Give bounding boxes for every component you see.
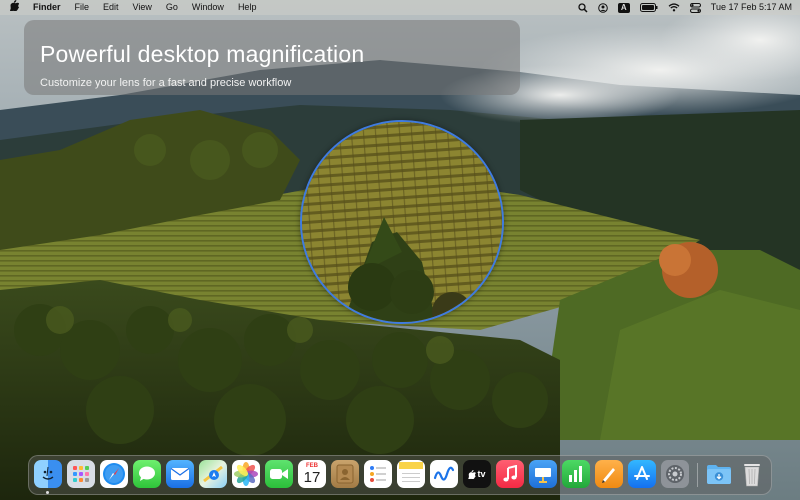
reminders-icon[interactable] [364,460,392,488]
apple-icon[interactable] [0,0,28,16]
downloads-folder-icon[interactable] [705,460,733,488]
safari-icon[interactable] [100,460,128,488]
promo-banner: Powerful desktop magnification Customize… [24,20,520,95]
menu-bar: Finder File Edit View Go Window Help A T… [0,0,800,15]
contacts-icon[interactable] [331,460,359,488]
facetime-icon[interactable] [265,460,293,488]
running-indicator [46,491,49,494]
trash-icon[interactable] [738,460,766,488]
calendar-icon[interactable]: FEB 17 [298,460,326,488]
music-icon[interactable] [496,460,524,488]
wifi-icon[interactable] [668,3,680,12]
menu-app-finder[interactable]: Finder [28,0,68,15]
tv-label: tv [477,469,486,479]
clock[interactable]: Tue 17 Feb 5:17 AM [711,0,792,15]
dock-separator [697,463,698,487]
messages-icon[interactable] [133,460,161,488]
menu-edit[interactable]: Edit [96,0,126,15]
freeform-icon[interactable] [430,460,458,488]
magnifier-lens[interactable] [300,120,504,324]
menu-view[interactable]: View [126,0,159,15]
menu-help[interactable]: Help [231,0,264,15]
banner-subtitle: Customize your lens for a fast and preci… [40,77,292,89]
app-store-icon[interactable] [628,460,656,488]
system-settings-icon[interactable] [661,460,689,488]
battery-icon[interactable] [639,3,658,12]
notes-icon[interactable] [397,460,425,488]
finder-icon[interactable] [34,460,62,488]
numbers-icon[interactable] [562,460,590,488]
input-source-indicator[interactable]: A [617,2,630,13]
search-icon[interactable] [578,2,588,13]
user-icon[interactable] [597,2,608,13]
control-center-icon[interactable] [689,2,701,13]
mail-icon[interactable] [166,460,194,488]
maps-icon[interactable] [199,460,227,488]
tv-icon[interactable]: tv [463,460,491,488]
menu-file[interactable]: File [68,0,97,15]
keynote-icon[interactable] [529,460,557,488]
photos-icon[interactable] [232,460,260,488]
banner-title: Powerful desktop magnification [40,41,365,67]
menu-go[interactable]: Go [159,0,185,15]
menu-window[interactable]: Window [185,0,231,15]
pages-icon[interactable] [595,460,623,488]
dock: FEB 17 tv [28,455,772,495]
calendar-day: 17 [303,468,321,486]
launchpad-icon[interactable] [67,460,95,488]
